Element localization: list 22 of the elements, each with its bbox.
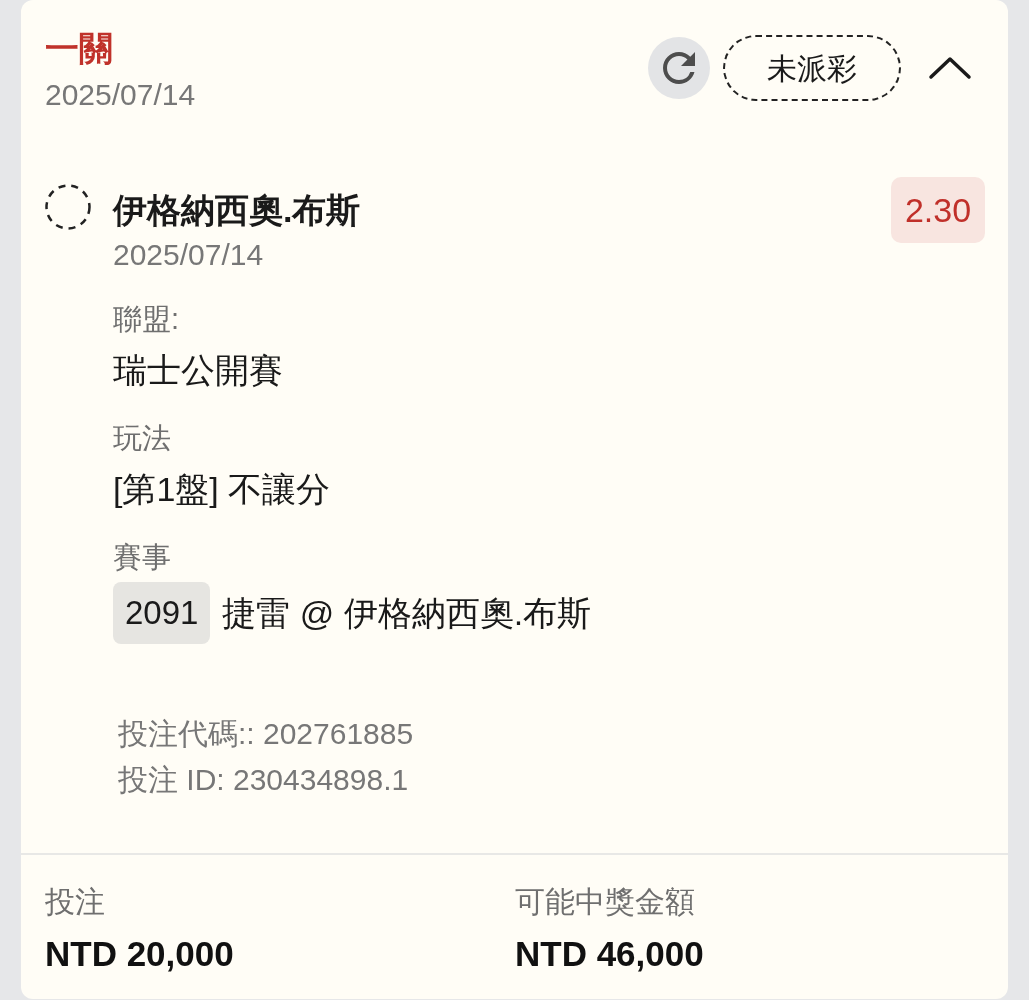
dashed-circle-icon <box>45 184 91 230</box>
chevron-up-icon[interactable] <box>928 56 972 80</box>
detail-value: 瑞士公開賽 <box>113 350 284 391</box>
detail-label: 玩法 <box>113 421 172 456</box>
bet-reference: 投注代碼:: 202761885 <box>118 716 415 752</box>
match-name: 捷雷 @ 伊格納西奧.布斯 <box>222 593 592 634</box>
refresh-icon <box>663 52 695 84</box>
summary-value: NTD 46,000 <box>515 933 705 975</box>
detail-label: 賽事 <box>113 540 172 575</box>
detail-value: [第1盤] 不讓分 <box>113 469 332 510</box>
summary-value: NTD 20,000 <box>45 933 235 975</box>
bet-reference: 投注 ID: 230434898.1 <box>118 762 410 798</box>
detail-label: 聯盟: <box>113 302 181 337</box>
bet-date: 2025/07/14 <box>45 77 196 113</box>
summary-label: 投注 <box>45 884 106 920</box>
selection-name: 伊格納西奧.布斯 <box>113 190 362 231</box>
status-badge: 未派彩 <box>723 35 901 101</box>
summary-label: 可能中獎金額 <box>515 884 696 920</box>
bet-type-title: 一關 <box>45 28 114 69</box>
selection-date: 2025/07/14 <box>113 237 265 273</box>
odds-badge: 2.30 <box>891 177 985 243</box>
match-code-badge: 2091 <box>113 582 211 644</box>
